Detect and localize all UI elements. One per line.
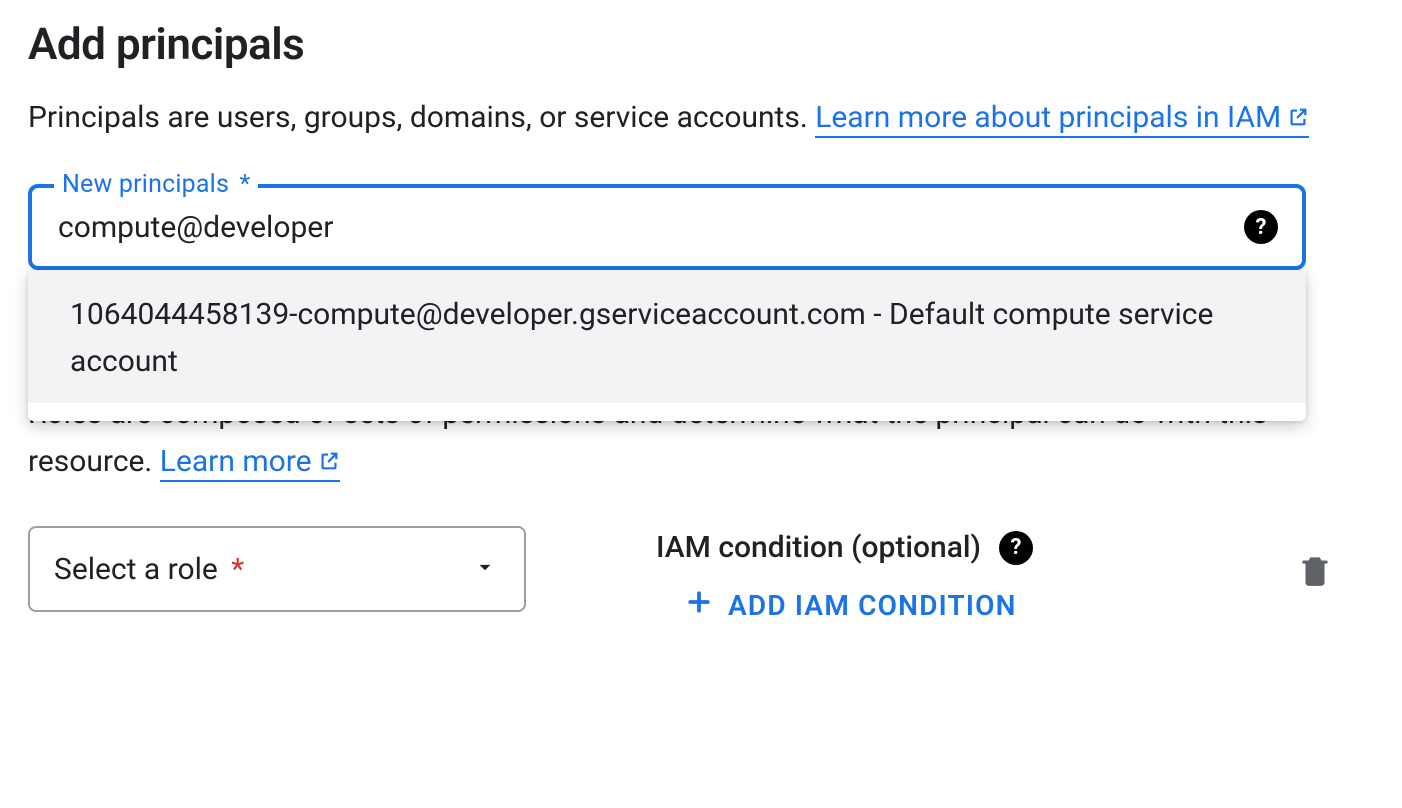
- delete-role-button[interactable]: [1296, 550, 1374, 594]
- plus-icon: [684, 587, 714, 624]
- iam-condition-label: IAM condition (optional): [656, 530, 981, 565]
- learn-more-principals-label: Learn more about principals in IAM: [815, 100, 1281, 135]
- new-principals-field-wrapper: New principals * ? 1064044458139-compute…: [28, 184, 1374, 270]
- page-title: Add principals: [28, 18, 1374, 70]
- add-iam-condition-button[interactable]: ADD IAM CONDITION: [684, 587, 1033, 624]
- role-assignment-row: Select a role * IAM condition (optional)…: [28, 526, 1374, 624]
- principals-autocomplete-dropdown: 1064044458139-compute@developer.gservice…: [28, 270, 1306, 421]
- role-select-placeholder-text: Select a role: [54, 552, 218, 587]
- external-link-icon: [318, 439, 340, 487]
- external-link-icon: [1287, 95, 1309, 143]
- new-principals-input[interactable]: [56, 209, 1232, 246]
- iam-condition-label-row: IAM condition (optional) ?: [656, 530, 1033, 565]
- new-principals-label-text: New principals: [62, 170, 229, 199]
- trash-icon: [1296, 575, 1334, 594]
- autocomplete-suggestion[interactable]: 1064044458139-compute@developer.gservice…: [28, 270, 1306, 403]
- required-marker: *: [239, 170, 250, 199]
- required-marker: *: [231, 552, 244, 587]
- learn-more-principals-link[interactable]: Learn more about principals in IAM: [815, 100, 1309, 138]
- learn-more-roles-link[interactable]: Learn more: [160, 444, 340, 482]
- learn-more-roles-label: Learn more: [160, 444, 312, 479]
- principals-description: Principals are users, groups, domains, o…: [28, 94, 1328, 142]
- role-select-placeholder: Select a role *: [54, 552, 244, 587]
- add-iam-condition-label: ADD IAM CONDITION: [728, 589, 1017, 622]
- help-icon[interactable]: ?: [1244, 210, 1278, 244]
- principals-description-text: Principals are users, groups, domains, o…: [28, 100, 815, 135]
- new-principals-field[interactable]: New principals * ?: [28, 184, 1306, 270]
- new-principals-label: New principals *: [54, 170, 258, 199]
- role-select[interactable]: Select a role *: [28, 526, 526, 612]
- iam-condition-column: IAM condition (optional) ? ADD IAM CONDI…: [656, 526, 1033, 624]
- help-icon[interactable]: ?: [999, 531, 1033, 565]
- caret-down-icon: [472, 554, 498, 584]
